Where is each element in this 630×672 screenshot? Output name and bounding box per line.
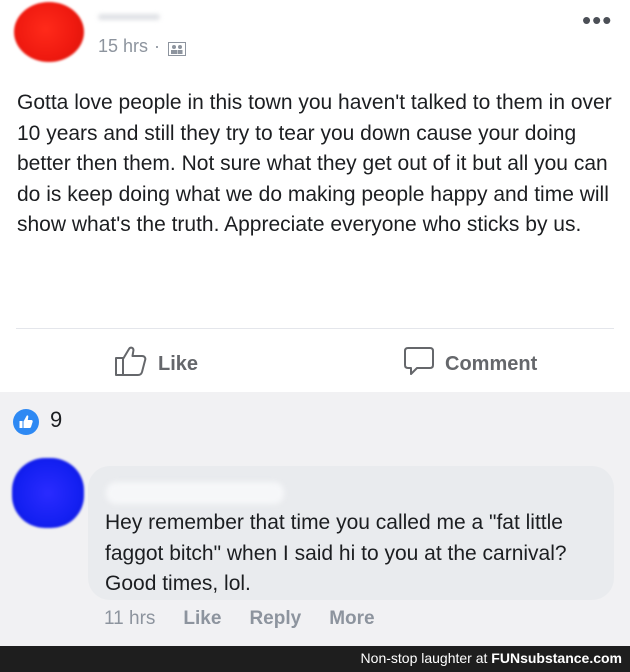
comment-timestamp[interactable]: 11 hrs (104, 608, 155, 630)
friends-icon[interactable] (168, 40, 187, 56)
comment: Hey remember that time you called me a "… (0, 450, 630, 672)
comment-like-link[interactable]: Like (183, 608, 221, 630)
author-name-redacted (98, 14, 160, 20)
action-divider (16, 328, 614, 329)
post-meta: 15 hrs · (98, 36, 187, 57)
reactions-bar[interactable]: 9 (0, 392, 630, 450)
thumbs-up-icon (114, 345, 148, 383)
comment-label: Comment (445, 352, 538, 375)
watermark-bar: Non-stop laughter at FUNsubstance.com (0, 646, 630, 672)
like-thumb-icon (13, 409, 39, 435)
post-text: Gotta love people in this town you haven… (17, 91, 612, 236)
like-label: Like (158, 352, 199, 375)
comment-more-link[interactable]: More (329, 608, 374, 630)
comment-text: Hey remember that time you called me a "… (105, 511, 567, 595)
speech-bubble-icon (403, 345, 435, 383)
comment-button[interactable]: Comment (403, 345, 537, 383)
like-button[interactable]: Like (114, 345, 198, 383)
watermark-brand: FUNsubstance.com (491, 650, 622, 666)
commenter-avatar-redacted[interactable] (12, 458, 84, 528)
post-timestamp[interactable]: 15 hrs (98, 36, 148, 57)
comment-actions: 11 hrs Like Reply More (104, 608, 375, 630)
comment-reply-link[interactable]: Reply (249, 608, 301, 630)
watermark-caption: Non-stop laughter at (360, 650, 488, 666)
meta-separator: · (154, 36, 161, 56)
more-dots-icon[interactable]: ••• (582, 7, 612, 33)
commenter-name-redacted[interactable] (106, 482, 284, 504)
post-card: 15 hrs · ••• Gotta love people in this t… (0, 0, 630, 392)
like-count[interactable]: 9 (50, 407, 62, 433)
comment-bubble: Hey remember that time you called me a "… (88, 466, 614, 600)
watermark: Non-stop laughter at FUNsubstance.com (361, 650, 622, 666)
author-avatar-redacted[interactable] (14, 2, 84, 62)
